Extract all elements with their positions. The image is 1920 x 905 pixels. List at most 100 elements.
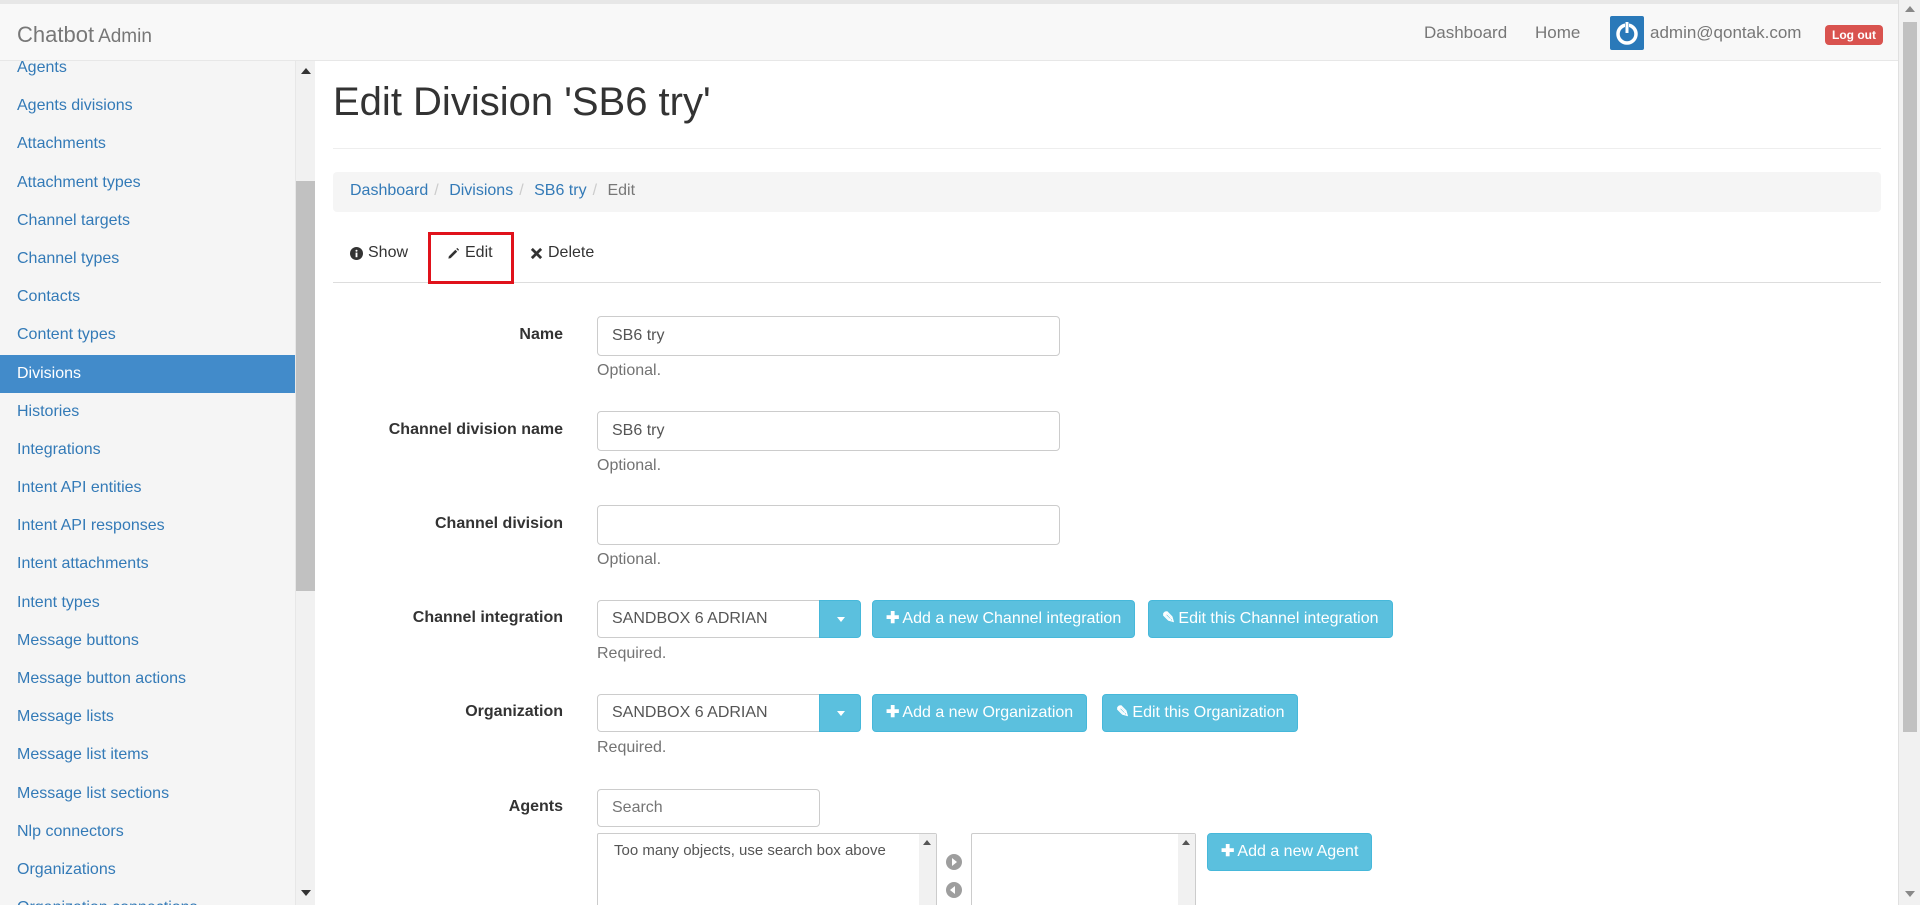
sidebar-item-message-list-items[interactable]: Message list items xyxy=(0,736,295,774)
organization-help: Required. xyxy=(597,739,667,756)
scroll-up-arrow-icon[interactable] xyxy=(1182,840,1190,845)
sidebar-item-content-types[interactable]: Content types xyxy=(0,316,295,354)
page-scroll-thumb[interactable] xyxy=(1903,22,1917,732)
scroll-down-arrow-icon[interactable] xyxy=(301,890,311,896)
add-channel-integration-button[interactable]: ✚ Add a new Channel integration xyxy=(872,600,1136,638)
sidebar-item-intent-api-responses[interactable]: Intent API responses xyxy=(0,507,295,545)
sidebar-item-message-buttons[interactable]: Message buttons xyxy=(0,622,295,660)
nav-home-link[interactable]: Home xyxy=(1535,23,1580,43)
sidebar-item-channel-targets[interactable]: Channel targets xyxy=(0,202,295,240)
edit-organization-button[interactable]: ✎ Edit this Organization xyxy=(1102,694,1299,732)
agents-selected-scrollbar[interactable] xyxy=(1178,834,1195,905)
channel-integration-label: Channel integration xyxy=(412,609,563,626)
channel-division-name-field[interactable] xyxy=(597,411,1060,451)
name-help: Optional. xyxy=(597,362,662,379)
sidebar-item-divisions[interactable]: Divisions xyxy=(0,354,295,393)
top-navbar: Chatbot Admin Dashboard Home admin@qontak… xyxy=(0,0,1898,61)
move-left-icon[interactable] xyxy=(946,882,962,898)
sidebar-item-organization-connections[interactable]: Organization connections xyxy=(0,889,295,905)
channel-integration-dropdown-toggle[interactable] xyxy=(819,600,861,638)
breadcrumb-separator: / xyxy=(592,182,598,199)
channel-integration-help: Required. xyxy=(597,645,667,662)
edit-channel-integration-button[interactable]: ✎ Edit this Channel integration xyxy=(1148,600,1393,638)
sidebar-item-agents-divisions[interactable]: Agents divisions xyxy=(0,87,295,125)
sidebar-item-attachment-types[interactable]: Attachment types xyxy=(0,164,295,202)
agents-selected-list[interactable] xyxy=(971,833,1196,905)
agents-label: Agents xyxy=(508,798,563,815)
agents-available-list[interactable]: Too many objects, use search box above xyxy=(597,833,937,905)
pencil-icon: ✎ xyxy=(1162,610,1176,627)
sidebar-item-contacts[interactable]: Contacts xyxy=(0,278,295,316)
page-scrollbar[interactable] xyxy=(1898,0,1920,905)
edit-organization-label: Edit this Organization xyxy=(1132,704,1285,721)
name-field[interactable] xyxy=(597,316,1060,356)
info-circle-icon xyxy=(350,246,363,260)
breadcrumb-record[interactable]: SB6 try xyxy=(534,182,586,199)
nav-dashboard-link[interactable]: Dashboard xyxy=(1424,23,1507,43)
tab-show[interactable]: Show xyxy=(350,244,408,262)
add-agent-label: Add a new Agent xyxy=(1237,843,1359,860)
organization-dropdown-toggle[interactable] xyxy=(819,694,861,732)
channel-division-field[interactable] xyxy=(597,505,1060,545)
caret-down-icon xyxy=(837,711,845,716)
plus-icon: ✚ xyxy=(886,610,900,627)
sidebar-item-intent-api-entities[interactable]: Intent API entities xyxy=(0,469,295,507)
edit-channel-integration-label: Edit this Channel integration xyxy=(1178,610,1379,627)
brand-title[interactable]: Chatbot xyxy=(17,22,94,47)
caret-down-icon xyxy=(837,617,845,622)
page-title: Edit Division 'SB6 try' xyxy=(333,80,711,124)
tab-delete-label: Delete xyxy=(548,244,595,261)
brand[interactable]: Chatbot Admin xyxy=(17,22,152,48)
scroll-up-arrow-icon[interactable] xyxy=(1905,6,1915,12)
logout-button[interactable]: Log out xyxy=(1825,25,1883,45)
plus-icon: ✚ xyxy=(1221,843,1235,860)
sidebar-item-channel-types[interactable]: Channel types xyxy=(0,240,295,278)
title-divider xyxy=(333,148,1881,149)
scroll-up-arrow-icon[interactable] xyxy=(923,840,931,845)
breadcrumb: Dashboard / Divisions / SB6 try / Edit xyxy=(333,172,1881,212)
move-right-icon[interactable] xyxy=(946,854,962,870)
add-agent-button[interactable]: ✚ Add a new Agent xyxy=(1207,833,1373,871)
user-email[interactable]: admin@qontak.com xyxy=(1650,23,1801,43)
tab-delete[interactable]: Delete xyxy=(530,244,594,262)
brand-subtitle[interactable]: Admin xyxy=(98,26,152,47)
add-organization-button[interactable]: ✚ Add a new Organization xyxy=(872,694,1088,732)
sidebar-item-histories[interactable]: Histories xyxy=(0,393,295,431)
scroll-up-arrow-icon[interactable] xyxy=(301,68,311,74)
sidebar: Agents Agents divisions Attachments Attachm… xyxy=(0,61,296,905)
sidebar-item-integrations[interactable]: Integrations xyxy=(0,431,295,469)
plus-icon: ✚ xyxy=(886,704,900,721)
close-icon xyxy=(530,247,543,259)
add-organization-label: Add a new Organization xyxy=(902,704,1074,721)
edit-tab-highlight xyxy=(428,232,514,284)
breadcrumb-divisions[interactable]: Divisions xyxy=(449,182,513,199)
power-icon xyxy=(1610,16,1644,50)
channel-integration-select[interactable]: SANDBOX 6 ADRIAN xyxy=(597,600,820,638)
sidebar-scrollbar[interactable] xyxy=(296,61,315,905)
channel-division-name-help: Optional. xyxy=(597,457,662,474)
scroll-down-arrow-icon[interactable] xyxy=(1905,891,1915,897)
sidebar-item-attachments[interactable]: Attachments xyxy=(0,125,295,163)
channel-division-help: Optional. xyxy=(597,551,662,568)
sidebar-item-intent-types[interactable]: Intent types xyxy=(0,584,295,622)
sidebar-item-message-button-actions[interactable]: Message button actions xyxy=(0,660,295,698)
organization-select[interactable]: SANDBOX 6 ADRIAN xyxy=(597,694,820,732)
sidebar-item-message-lists[interactable]: Message lists xyxy=(0,698,295,736)
tab-show-label: Show xyxy=(368,244,409,261)
sidebar-list: Agents Agents divisions Attachments Attachm… xyxy=(0,61,295,905)
sidebar-scroll-thumb[interactable] xyxy=(296,181,315,591)
breadcrumb-separator: / xyxy=(519,182,524,199)
breadcrumb-dashboard[interactable]: Dashboard xyxy=(350,182,428,199)
agents-available-scrollbar[interactable] xyxy=(919,834,936,905)
sidebar-item-message-list-sections[interactable]: Message list sections xyxy=(0,775,295,813)
name-label: Name xyxy=(519,326,563,343)
agents-search-input[interactable] xyxy=(597,789,820,827)
sidebar-item-agents[interactable]: Agents xyxy=(0,61,295,87)
organization-label: Organization xyxy=(465,703,563,720)
sidebar-item-intent-attachments[interactable]: Intent attachments xyxy=(0,545,295,583)
channel-division-name-label: Channel division name xyxy=(388,421,563,438)
sidebar-item-organizations[interactable]: Organizations xyxy=(0,851,295,889)
action-tabs: Show Edit Delete xyxy=(333,232,1881,283)
sidebar-item-nlp-connectors[interactable]: Nlp connectors xyxy=(0,813,295,851)
pencil-icon: ✎ xyxy=(1116,704,1130,721)
